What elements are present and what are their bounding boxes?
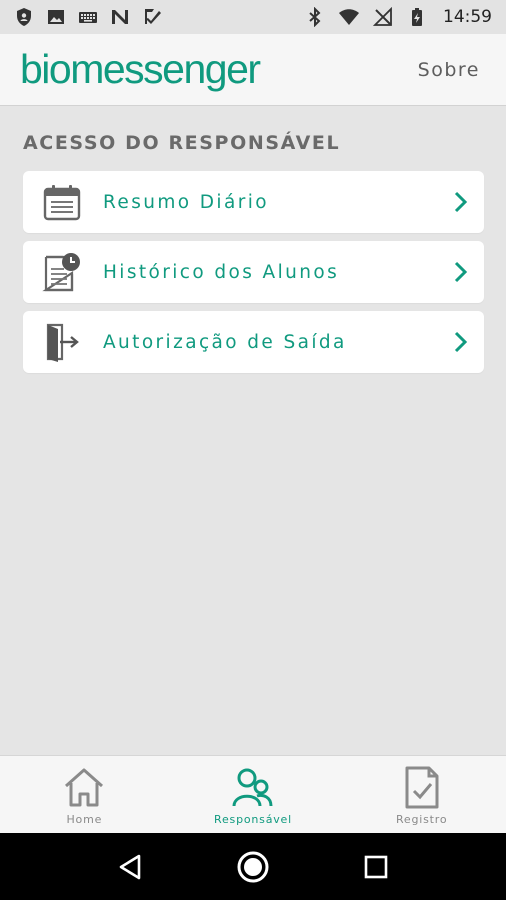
image-icon: [48, 10, 64, 24]
status-bar-right: 14:59: [305, 7, 492, 27]
clock: 14:59: [443, 7, 492, 27]
check-icon: [145, 9, 161, 24]
back-icon[interactable]: [117, 854, 143, 880]
nav-home-label: Home: [66, 813, 103, 826]
app-bar: biomessenger Sobre: [0, 34, 506, 106]
nav-home[interactable]: Home: [0, 756, 169, 833]
student-history-label: Histórico dos Alunos: [103, 261, 340, 283]
calendar-icon: [43, 185, 81, 221]
exit-authorization-label: Autorização de Saída: [103, 331, 347, 353]
nav-responsavel-label: Responsável: [214, 813, 292, 826]
users-icon: [232, 768, 273, 807]
status-bar: 14:59: [0, 0, 506, 34]
home-icon: [65, 768, 104, 807]
wifi-icon: [339, 9, 359, 25]
battery-charging-icon: [412, 8, 422, 26]
bottom-navigation: Home Responsável Registro: [0, 755, 506, 833]
keyboard-icon: [79, 12, 97, 23]
shield-icon: [17, 8, 31, 26]
nav-responsavel[interactable]: Responsável: [169, 756, 338, 833]
student-history-item[interactable]: Histórico dos Alunos: [23, 241, 484, 303]
status-bar-left: [14, 7, 162, 27]
exit-door-icon: [46, 323, 79, 362]
about-button[interactable]: Sobre: [418, 59, 480, 81]
no-signal-icon: [373, 7, 392, 26]
document-check-icon: [405, 766, 439, 809]
bluetooth-icon: [309, 7, 321, 27]
nav-registro[interactable]: Registro: [337, 756, 506, 833]
history-document-icon: [42, 253, 80, 292]
exit-authorization-item[interactable]: Autorização de Saída: [23, 311, 484, 373]
system-navigation-bar: [0, 833, 506, 900]
main-content: ACESSO DO RESPONSÁVEL Resumo Diário Hist…: [0, 107, 506, 755]
chevron-right-icon: [454, 331, 468, 353]
nav-registro-label: Registro: [395, 813, 448, 826]
n-icon: [112, 10, 128, 24]
chevron-right-icon: [454, 261, 468, 283]
app-logo: biomessenger: [20, 46, 261, 92]
recents-icon[interactable]: [363, 854, 389, 880]
daily-summary-item[interactable]: Resumo Diário: [23, 171, 484, 233]
section-title: ACESSO DO RESPONSÁVEL: [23, 132, 341, 154]
daily-summary-label: Resumo Diário: [103, 191, 269, 213]
home-circle-icon[interactable]: [236, 850, 270, 884]
chevron-right-icon: [454, 191, 468, 213]
